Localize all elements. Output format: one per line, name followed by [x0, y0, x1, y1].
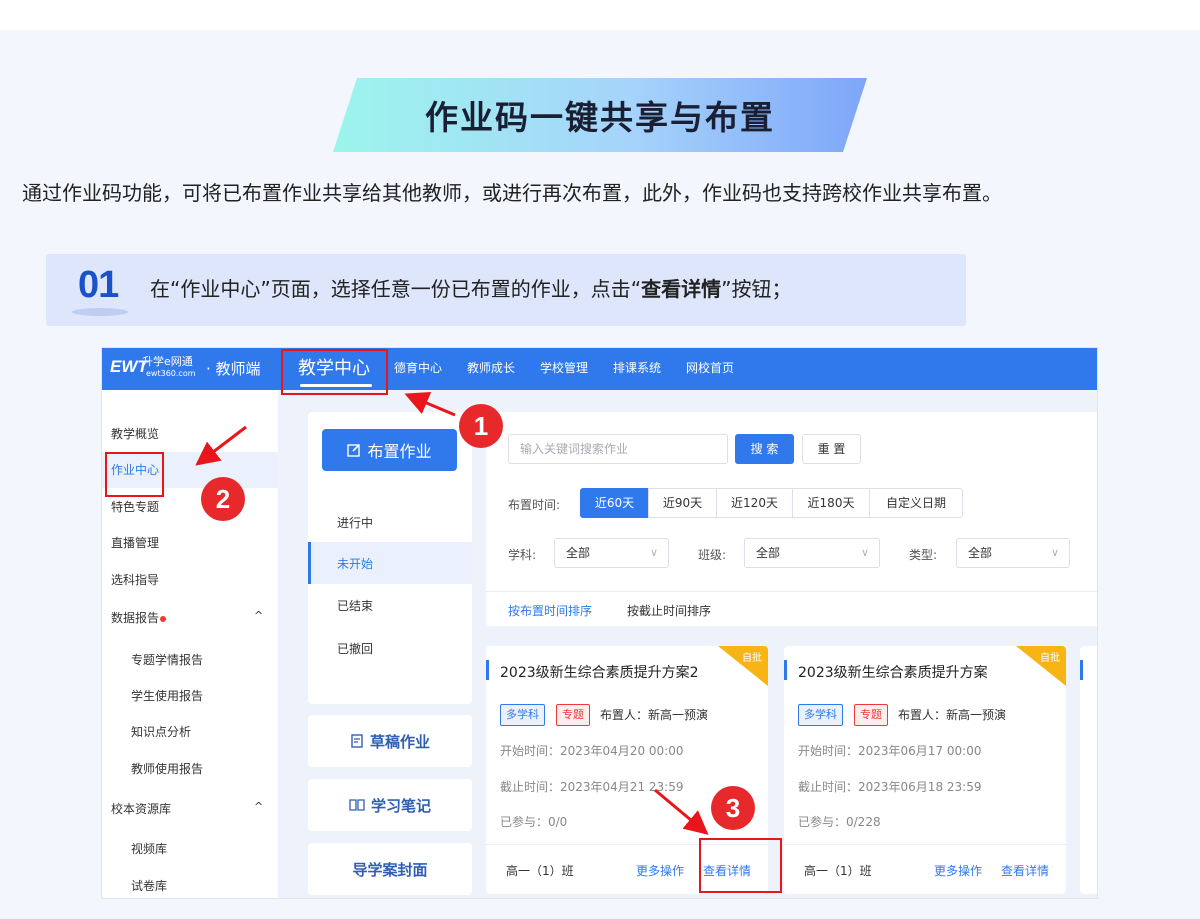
arrow-to-teaching-center [404, 391, 456, 417]
step-badge-3: 3 [711, 786, 755, 830]
step-badge-1: 1 [459, 404, 503, 448]
annotation-arrows [195, 391, 709, 835]
arrow-to-view-details [654, 788, 709, 835]
arrow-to-homework-center [195, 425, 247, 466]
step-badge-2: 2 [201, 477, 245, 521]
